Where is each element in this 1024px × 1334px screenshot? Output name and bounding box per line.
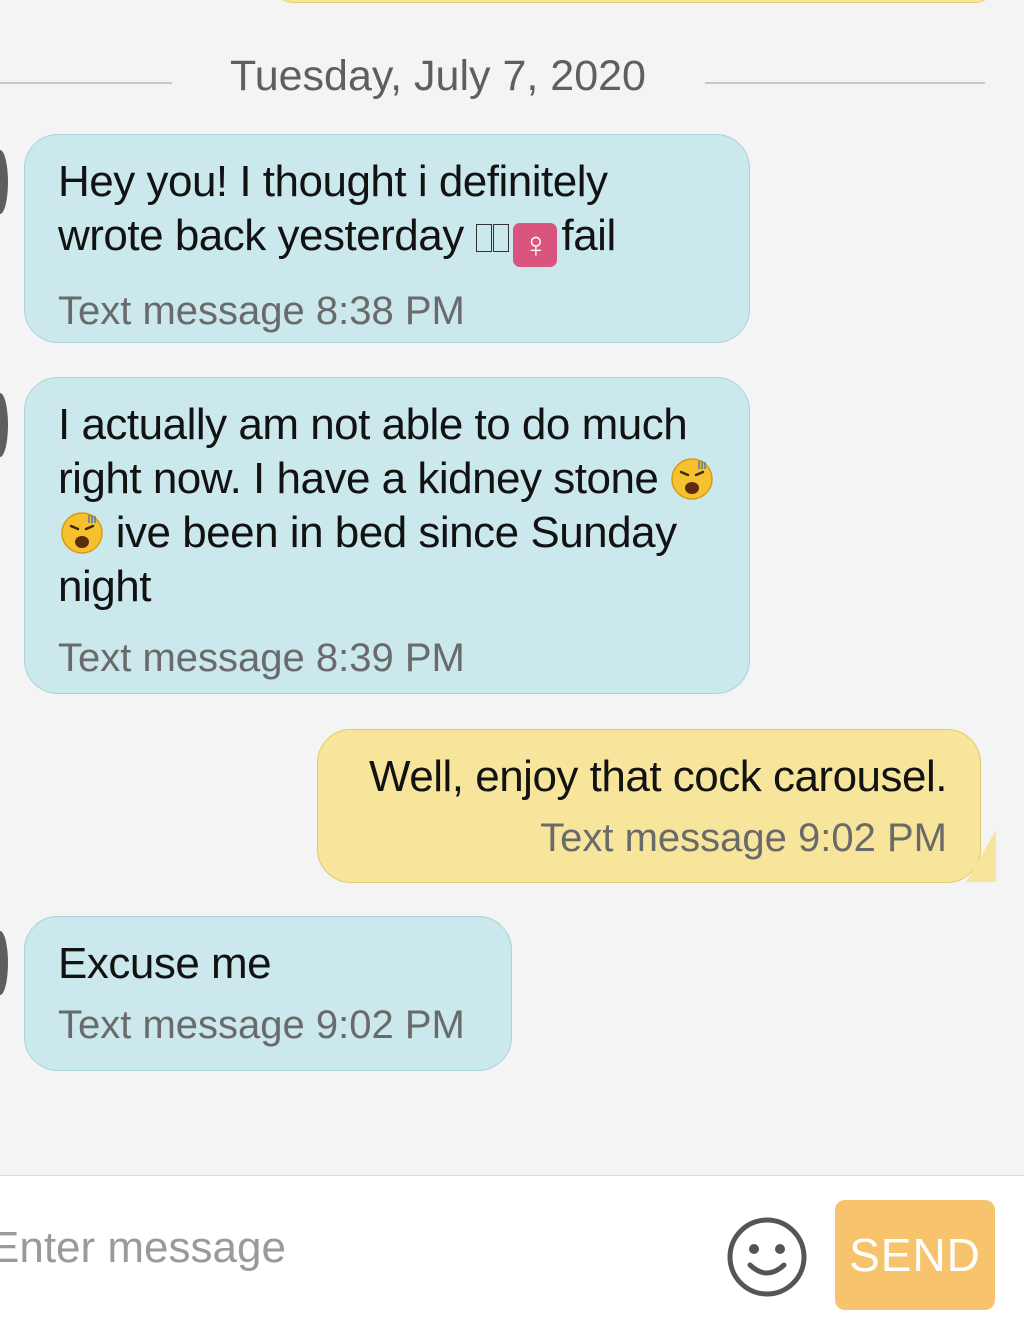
send-button[interactable]: SEND: [835, 1200, 995, 1310]
message-bubble-incoming[interactable]: Hey you! I thought i definitely wrote ba…: [24, 134, 750, 343]
date-divider: Tuesday, July 7, 2020: [0, 44, 1024, 114]
contact-avatar[interactable]: [0, 931, 8, 995]
message-text: Hey you! I thought i definitely wrote ba…: [58, 155, 719, 267]
unsupported-glyph-box-icon: [476, 224, 493, 252]
unsupported-glyph-box-icon: [493, 224, 510, 252]
previous-outgoing-bubble-edge: [270, 0, 998, 3]
message-input[interactable]: [0, 1216, 670, 1280]
message-composer: SEND: [0, 1175, 1024, 1334]
message-bubble-outgoing[interactable]: Well, enjoy that cock carousel. Text mes…: [317, 729, 981, 883]
weary-face-emoji-icon: [671, 458, 713, 500]
message-text: Well, enjoy that cock carousel.: [369, 752, 947, 801]
divider-line-right: [705, 82, 985, 84]
message-timestamp: Text message 8:39 PM: [58, 636, 465, 680]
message-timestamp: Text message 9:02 PM: [540, 816, 947, 860]
message-bubble-incoming[interactable]: Excuse me Text message 9:02 PM: [24, 916, 512, 1071]
contact-avatar[interactable]: [0, 393, 8, 457]
message-text: I actually am not able to do much right …: [58, 398, 719, 614]
message-text-part: ive been in bed since Sunday night: [58, 508, 677, 611]
message-text-part: I actually am not able to do much right …: [58, 400, 688, 503]
smiley-face-icon[interactable]: [726, 1216, 808, 1298]
message-timestamp: Text message 9:02 PM: [58, 1003, 465, 1047]
message-bubble-incoming[interactable]: I actually am not able to do much right …: [24, 377, 750, 694]
divider-line-left: [0, 82, 172, 84]
female-sign-icon: ♀: [513, 223, 558, 267]
outgoing-bubble-tail: [966, 830, 996, 882]
message-text-part: fail: [561, 211, 616, 260]
date-divider-label: Tuesday, July 7, 2020: [230, 52, 646, 100]
message-text: Excuse me: [58, 939, 272, 988]
weary-face-emoji-icon: [61, 512, 103, 554]
contact-avatar[interactable]: [0, 150, 8, 214]
message-timestamp: Text message 8:38 PM: [58, 289, 465, 333]
